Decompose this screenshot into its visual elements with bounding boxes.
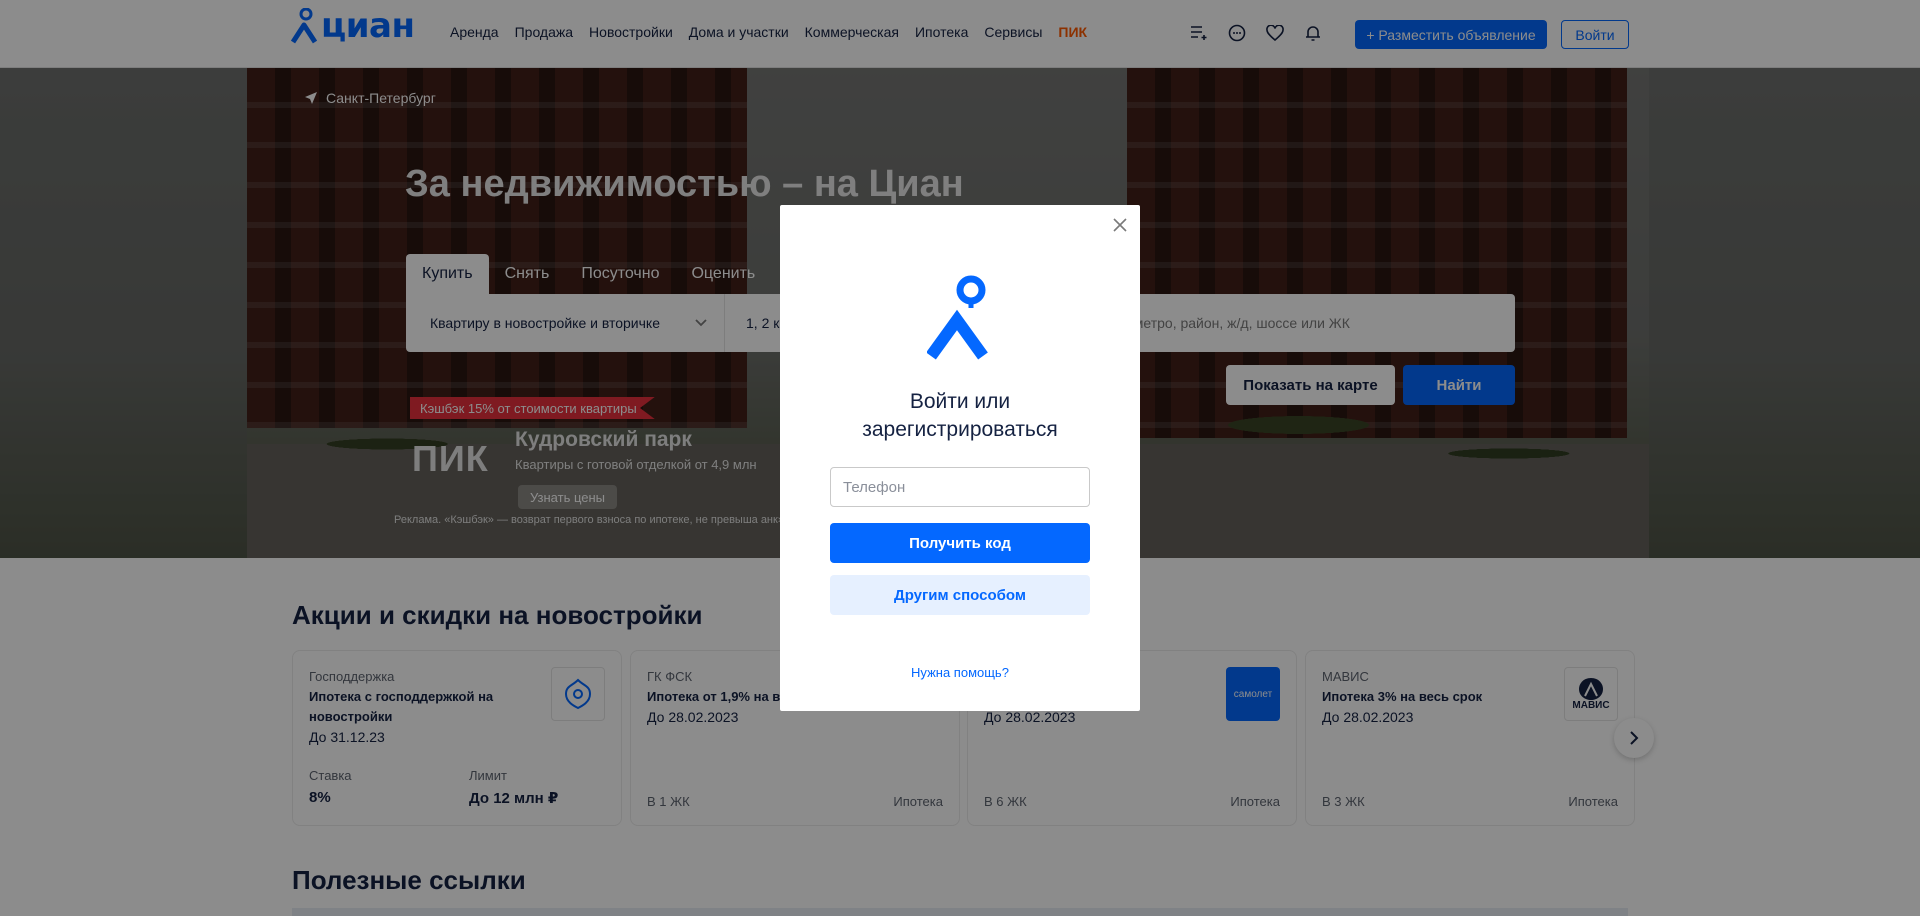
close-icon[interactable] [1110,215,1130,235]
phone-input[interactable] [830,467,1090,507]
get-code-button[interactable]: Получить код [830,523,1090,563]
modal-title: Войти или зарегистрироваться [862,390,1058,441]
login-modal: Войти или зарегистрироваться Получить ко… [780,205,1140,711]
other-method-button[interactable]: Другим способом [830,575,1090,615]
help-link[interactable]: Нужна помощь? [780,665,1140,680]
cian-mark-icon [927,275,988,360]
